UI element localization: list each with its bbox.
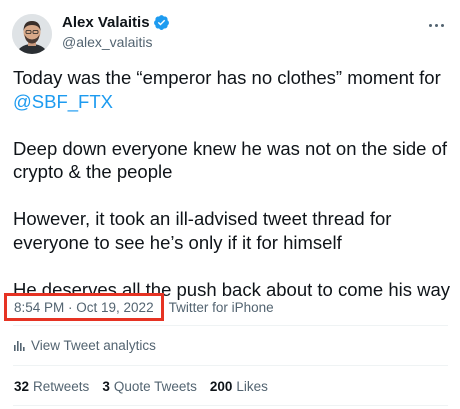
quote-tweets-stat[interactable]: 3 Quote Tweets [102,379,197,394]
quote-tweets-label: Quote Tweets [113,379,197,394]
avatar-photo-icon [12,14,52,54]
view-analytics-label[interactable]: View Tweet analytics [31,338,156,353]
likes-stat[interactable]: 200 Likes [210,379,268,394]
quote-tweets-count: 3 [102,379,110,394]
engagement-stats: 32 Retweets 3 Quote Tweets 200 Likes [14,379,281,394]
divider [13,405,448,406]
retweets-count: 32 [14,379,30,394]
verified-badge-icon [153,15,169,30]
author-handle[interactable]: @alex_valaitis [62,34,152,50]
mention-link[interactable]: @SBF_FTX [13,91,113,112]
tweet-client-link[interactable]: Twitter for iPhone [169,300,274,315]
tweet-text: Today was the “emperor has no clothes” m… [13,66,453,301]
likes-count: 200 [209,379,233,394]
timestamp-highlight-box: 8:54 PM · Oct 19, 2022 [4,293,164,321]
view-analytics-link[interactable]: View Tweet analytics [14,338,156,353]
likes-label: Likes [236,379,268,394]
author-name-row[interactable]: Alex Valaitis [62,14,170,31]
author-display-name[interactable]: Alex Valaitis [62,14,150,31]
retweets-label: Retweets [33,379,90,394]
tweet-paragraph-1: Today was the “emperor has no clothes” m… [13,66,453,113]
avatar[interactable] [12,14,52,54]
divider [13,325,448,326]
tweet-paragraph-3: However, it took an ill-advised tweet th… [13,208,392,253]
analytics-bar-icon [14,341,25,351]
more-options-icon[interactable] [426,18,446,32]
tweet-text-line1: Today was the “emperor has no clothes” m… [13,67,441,88]
tweet-paragraph-2: Deep down everyone knew he was not on th… [13,137,448,183]
tweet-meta-row: 8:54 PM · Oct 19, 2022 Twitter for iPhon… [4,293,274,321]
tweet-timestamp[interactable]: 8:54 PM · Oct 19, 2022 [14,300,154,315]
divider [13,365,448,366]
retweets-stat[interactable]: 32 Retweets [14,379,89,394]
